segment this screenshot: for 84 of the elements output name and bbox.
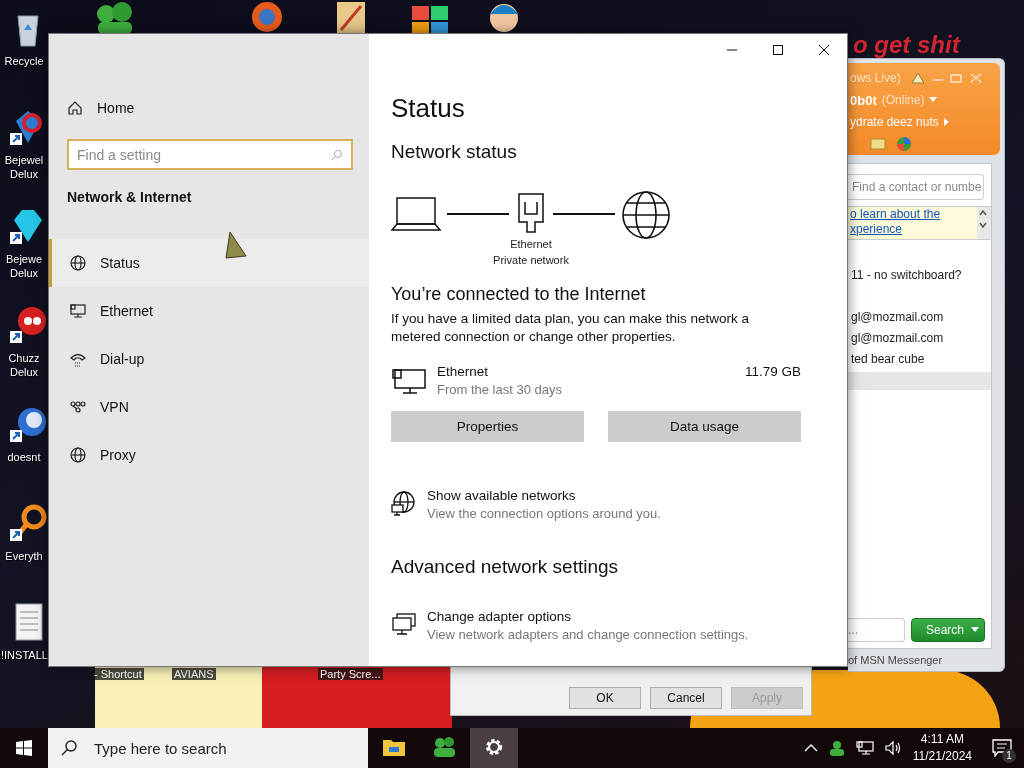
person-icon[interactable] [827,739,846,757]
contact-item[interactable]: 11 - no switchboard? [848,265,991,286]
connection-name: Ethernet [437,364,490,379]
page-title: Status [391,92,466,124]
sidebar-item[interactable]: Ethernet [49,287,369,335]
notification-icon[interactable] [992,739,1012,757]
close-icon[interactable] [819,45,829,55]
contact-item[interactable]: gl@mozmail.com [848,328,991,349]
desktop-icon-label[interactable]: Everyth [1,549,47,563]
network-icon[interactable] [855,740,874,756]
adapter-label: Ethernet [510,237,552,252]
search-icon [331,149,343,161]
sidebar-item[interactable]: Proxy [49,431,369,479]
network-type-label: Private network [493,253,569,268]
sidebar-item[interactable]: VPN [49,383,369,431]
footer-text: of MSN Messenger [848,654,943,666]
settings-app-button[interactable] [470,728,518,768]
desktop-icon-label[interactable]: Party Scre... [318,668,383,680]
action-button[interactable]: Data usage [608,411,801,442]
caret-icon[interactable] [971,627,979,633]
connection-heading: You’re connected to the Internet [391,283,647,306]
connection-detail: From the last 30 days [437,382,563,397]
taskbar-search-field[interactable]: Type here to search [92,738,366,758]
action-button[interactable]: Properties [391,411,584,442]
desktop-icon-label[interactable]: Bejewel Delux [1,153,47,181]
desktop-icon-label[interactable]: AVIANS [172,668,216,680]
notice-link[interactable]: xperience [848,222,977,236]
cursor-icon [224,230,248,260]
adapter-options-link[interactable]: Change adapter options View network adapters and change connection settings. [391,609,825,642]
app-shortcut-icon[interactable] [8,503,48,543]
desktop-icon-label[interactable]: doesnt [1,450,47,464]
desktop-icon-label[interactable]: Recycle [1,54,47,68]
maximize-icon[interactable] [773,45,783,55]
contact-item[interactable]: gl@mozmail.com [848,307,991,328]
home-link[interactable]: Home [49,96,369,120]
data-usage-amount: 11.79 GB [744,364,801,379]
window-title: ows Live) [850,71,901,85]
gear-icon[interactable] [484,737,504,757]
link-description: View the connection options around you. [427,506,662,521]
section-title: Network & Internet [67,189,193,205]
notification-count: 1 [1002,749,1016,763]
monitor-icon [391,368,427,396]
windows-logo-icon[interactable] [16,740,32,756]
search-icon [60,739,78,757]
sidebar-item[interactable]: Dial-up [49,335,369,383]
folder-icon[interactable] [382,737,406,757]
globe-icon [69,446,87,464]
people-icon[interactable] [431,736,457,758]
taskbar-search-box[interactable]: Type here to search [48,728,368,768]
desktop-icon-label[interactable]: - Shortcut [92,668,144,680]
chevron-up-icon[interactable] [803,743,818,753]
globe-monitor-icon [391,491,417,517]
section-heading: Advanced network settings [391,555,620,579]
section-heading: Network status [391,140,518,164]
vpn-icon [69,398,87,416]
description-text: If you have a limited data plan, you can make this network a metered connection or change other properties. [391,310,750,346]
show-networks-link[interactable]: Show available networks View the connection options around you. [391,488,825,521]
globe-icon [69,254,87,272]
wallpaper-text: o get shit [853,32,960,58]
dialog-button[interactable]: OK [569,687,641,709]
search-button[interactable]: Search [910,618,985,642]
app-icon[interactable] [250,0,284,34]
monitors-icon [391,612,417,638]
notice-link[interactable]: o learn about the [848,207,977,221]
search-field[interactable]: Find a setting [67,139,353,170]
contact-item[interactable]: ted bear cube [848,349,991,370]
ethernet-port-icon [515,192,547,234]
dialog-button[interactable]: Cancel [650,687,722,709]
globe-icon [621,190,671,240]
clock[interactable]: 4:11 AM 11/21/2024 [912,731,972,765]
home-icon [67,100,83,116]
app-icon[interactable] [335,0,367,34]
contact-search-field[interactable]: Find a contact or numbe [848,174,984,200]
scrollbar[interactable] [977,207,991,239]
speaker-icon[interactable] [883,740,902,756]
desktop-icon-label[interactable]: Bejewe Delux [1,252,47,280]
laptop-icon [391,196,441,232]
desktop-icon-label[interactable]: Chuzz Delux [1,351,47,379]
sidebar-item[interactable]: Status [49,239,369,287]
notification-button[interactable]: 1 [980,728,1024,768]
desktop-icon-label[interactable]: !INSTALL [1,648,47,662]
monitor-icon [69,302,87,320]
app-shortcut-icon[interactable] [8,305,48,345]
link-description: View network adapters and change connection settings. [427,627,750,642]
